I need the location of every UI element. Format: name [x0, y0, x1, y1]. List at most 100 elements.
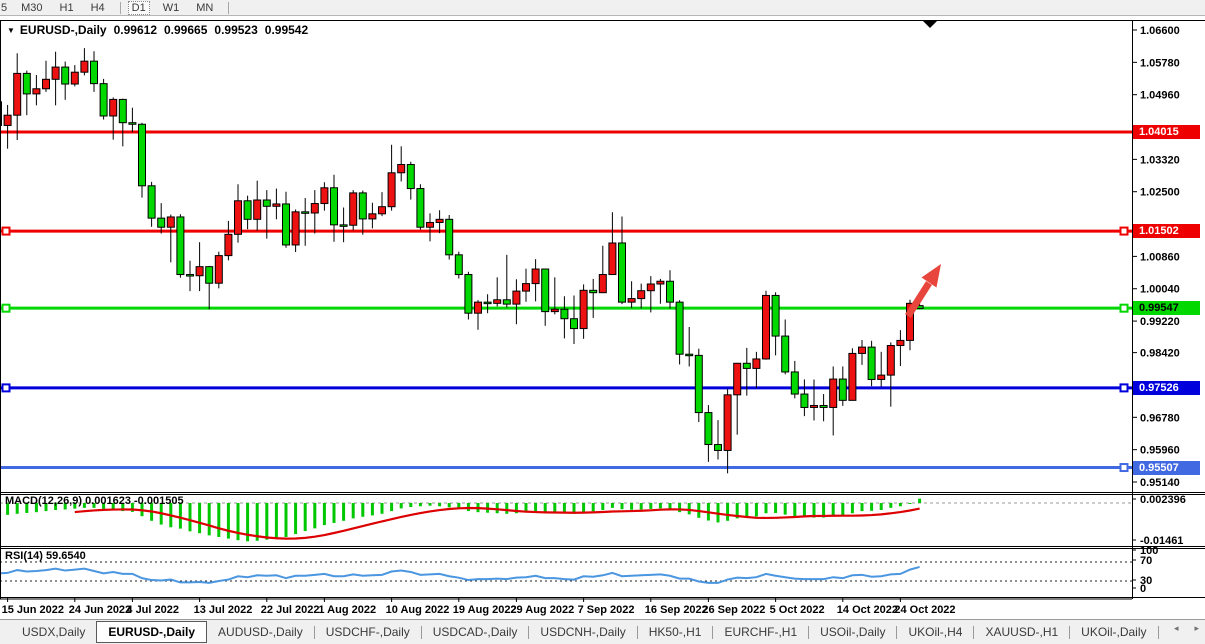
candle-body-down	[302, 212, 309, 214]
candle-body-down	[129, 123, 136, 125]
price-axis-tick-label: 0.98420	[1140, 348, 1180, 360]
macd-histogram-bar	[409, 503, 412, 507]
candle-body-up	[235, 201, 242, 235]
macd-histogram-bar	[237, 503, 240, 540]
tab-separator	[1158, 626, 1159, 639]
macd-histogram-bar	[755, 503, 758, 516]
rsi-axis-label: 0	[1140, 583, 1146, 595]
price-axis-tick-label: 1.00860	[1140, 251, 1180, 263]
macd-histogram-bar	[294, 503, 297, 534]
candle-body-up	[897, 340, 904, 345]
candle-body-up	[532, 269, 539, 284]
candle-body-up	[33, 89, 40, 94]
price-axis-tick-label: 0.96780	[1140, 412, 1180, 424]
chart-open-value: 0.99612	[114, 23, 157, 37]
hline-price-label-0.99547: 0.99547	[1133, 301, 1200, 315]
macd-histogram-bar	[841, 503, 844, 516]
macd-histogram-bar	[352, 503, 355, 518]
hline-price-label-0.95507: 0.95507	[1133, 461, 1200, 475]
candle-body-down	[263, 200, 270, 206]
line-handle[interactable]	[1121, 228, 1128, 235]
symbol-tab-audusd-daily[interactable]: AUDUSD-,Daily	[209, 623, 312, 641]
candle-body-down	[686, 354, 693, 356]
candle-body-down	[206, 267, 213, 284]
candle-body-down	[772, 295, 779, 336]
candle-body-down	[801, 394, 808, 407]
candle-body-up	[628, 299, 635, 303]
macd-histogram-bar	[342, 503, 345, 521]
macd-histogram-bar	[745, 503, 748, 518]
date-axis-tick-label: 24 Oct 2022	[894, 604, 955, 616]
trading-platform-window: 5M30H1H4D1W1MN 1.066001.057801.049601.03…	[0, 0, 1205, 644]
date-axis-tick-label: 1 Aug 2022	[318, 604, 376, 616]
candle-body-up	[724, 395, 731, 451]
macd-histogram-bar	[774, 503, 777, 513]
symbol-tab-usdchf-daily[interactable]: USDCHF-,Daily	[317, 623, 419, 641]
candle-body-up	[292, 212, 299, 245]
candle-body-up	[388, 173, 395, 207]
candle-body-up	[763, 295, 770, 359]
line-handle[interactable]	[1121, 464, 1128, 471]
price-axis-tick-label: 1.02500	[1140, 187, 1180, 199]
macd-histogram-bar	[217, 503, 220, 537]
macd-histogram-bar	[313, 503, 316, 528]
symbol-tab-hk50-h1[interactable]: HK50-,H1	[640, 623, 711, 641]
candle-body-up	[81, 61, 88, 72]
macd-histogram-bar	[361, 503, 364, 517]
candle-body-up	[311, 204, 318, 213]
candle-body-down	[158, 218, 165, 227]
chart-shift-marker-icon[interactable]	[923, 21, 937, 28]
symbol-tab-usdcnh-daily[interactable]: USDCNH-,Daily	[531, 623, 634, 641]
macd-histogram-bar	[621, 503, 624, 509]
macd-histogram-bar	[889, 503, 892, 508]
macd-histogram-bar	[227, 503, 230, 539]
macd-histogram-bar	[640, 503, 643, 509]
rsi-indicator-label: RSI(14) 59.6540	[5, 550, 86, 562]
line-handle[interactable]	[3, 305, 10, 312]
price-axis-tick-label: 1.06600	[1140, 25, 1180, 37]
chart-canvas: 1.066001.057801.049601.033201.025001.008…	[0, 0, 1205, 644]
candle-body-up	[398, 164, 405, 172]
macd-histogram-bar	[563, 503, 566, 513]
line-handle[interactable]	[3, 384, 10, 391]
candle-body-down	[695, 355, 702, 412]
hline-price-label-1.01502: 1.01502	[1133, 224, 1200, 238]
line-handle[interactable]	[1121, 384, 1128, 391]
price-axis-tick-label: 0.95960	[1140, 445, 1180, 457]
line-handle[interactable]	[3, 228, 10, 235]
candle-body-up	[849, 353, 856, 400]
rsi-pane	[0, 562, 1132, 583]
line-handle[interactable]	[1121, 305, 1128, 312]
tab-scroll-left-icon[interactable]: ◂	[1171, 621, 1182, 636]
symbol-tab-ukoil-daily[interactable]: UKOil-,Daily	[1072, 623, 1155, 641]
chart-dropdown-icon[interactable]: ▼	[7, 26, 15, 35]
symbol-tab-eurusd-daily[interactable]: EURUSD-,Daily	[96, 621, 207, 643]
candle-body-up	[71, 72, 78, 84]
macd-histogram-bar	[505, 503, 508, 514]
candle-body-down	[331, 188, 338, 225]
symbol-tab-usdx-daily[interactable]: USDX,Daily	[13, 623, 94, 641]
up-trend-arrow[interactable]	[908, 283, 929, 316]
candle-body-down	[340, 225, 347, 227]
date-axis-tick-label: 10 Aug 2022	[386, 604, 450, 616]
symbol-tab-usoil-daily[interactable]: USOil-,Daily	[811, 623, 894, 641]
tab-scroll-right-icon[interactable]: ▸	[1191, 621, 1202, 636]
macd-histogram-bar	[851, 503, 854, 513]
candle-body-down	[743, 363, 750, 368]
symbol-tab-usdcad-daily[interactable]: USDCAD-,Daily	[424, 623, 527, 641]
hline-price-label-1.04015: 1.04015	[1133, 125, 1200, 139]
macd-histogram-bar	[534, 503, 537, 511]
macd-histogram-bar	[870, 503, 873, 511]
symbol-tab-xauusd-h1[interactable]: XAUUSD-,H1	[976, 623, 1067, 641]
candle-body-down	[791, 372, 798, 394]
candle-body-down	[139, 124, 146, 186]
candle-body-down	[417, 189, 424, 228]
symbol-tab-ukoil-h4[interactable]: UKOil-,H4	[899, 623, 971, 641]
candle-body-up	[369, 214, 376, 219]
candle-body-down	[407, 164, 414, 188]
candle-body-down	[455, 255, 462, 275]
candle-body-down	[619, 243, 626, 302]
macd-histogram-bar	[909, 503, 912, 504]
symbol-tab-eurchf-h1[interactable]: EURCHF-,H1	[715, 623, 806, 641]
candle-body-down	[782, 336, 789, 372]
